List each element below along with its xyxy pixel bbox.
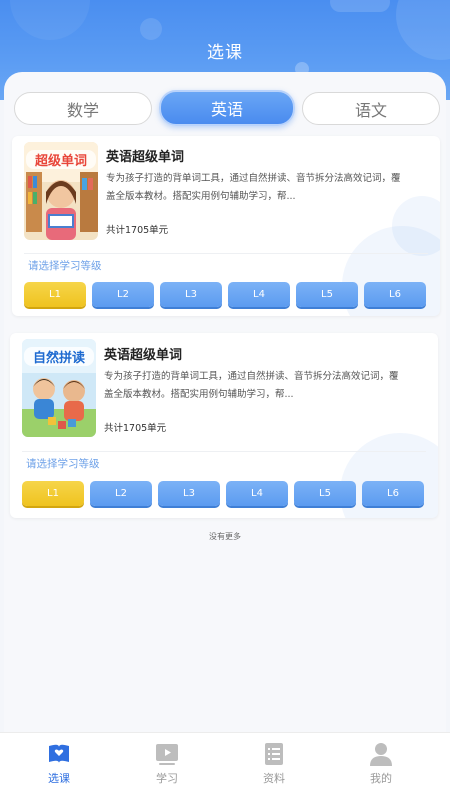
user-icon	[370, 743, 392, 766]
course-cover-image[interactable]: 超级单词	[24, 142, 98, 240]
bottom-tab-bar: 选课 学习 资料 我的	[0, 732, 450, 800]
nav-materials[interactable]: 资料	[244, 741, 304, 793]
play-icon	[156, 744, 178, 765]
tab-math[interactable]: 数学	[14, 92, 152, 125]
decor-bubble	[330, 0, 390, 12]
decor-bubble	[10, 0, 90, 40]
divider	[24, 253, 428, 254]
level-prompt: 请选择学习等级	[26, 458, 100, 470]
course-description: 专为孩子打造的背单词工具，通过自然拼读、音节拆分法高效记词，覆盖全版本教材。搭配…	[104, 371, 399, 400]
decor-bubble	[140, 18, 162, 40]
heart-book-icon	[49, 744, 69, 763]
level-button-l4[interactable]: L4	[228, 282, 290, 307]
course-title: 英语超级单词	[104, 348, 183, 363]
nav-label: 资料	[263, 772, 285, 785]
course-card[interactable]: 自然拼读 英语超级单词 专为孩子打造的背单词工具，通过自然拼读、音节拆分法高效记…	[10, 333, 438, 518]
nav-select-course[interactable]: 选课	[29, 741, 89, 793]
level-button-l5[interactable]: L5	[294, 481, 356, 506]
course-description: 专为孩子打造的背单词工具，通过自然拼读、音节拆分法高效记词，覆盖全版本教材。搭配…	[106, 173, 401, 202]
level-button-l3[interactable]: L3	[160, 282, 222, 307]
divider	[22, 451, 426, 452]
level-button-l4[interactable]: L4	[226, 481, 288, 506]
course-card[interactable]: 超级单词 英语超级单词 专为孩子打造的背单词工具，通过自然拼读、音节拆分法高效记…	[12, 136, 440, 316]
course-unit-count: 共计1705单元	[106, 225, 169, 236]
cover-label: 超级单词	[26, 150, 96, 169]
course-title: 英语超级单词	[106, 150, 185, 165]
course-unit-count: 共计1705单元	[104, 423, 167, 434]
nav-label: 我的	[370, 772, 392, 785]
level-prompt: 请选择学习等级	[28, 260, 102, 272]
level-button-l6[interactable]: L6	[364, 282, 426, 307]
page-title: 选课	[207, 43, 243, 63]
level-button-l2[interactable]: L2	[90, 481, 152, 506]
cover-label: 自然拼读	[24, 347, 94, 366]
no-more-text: 没有更多	[209, 532, 241, 541]
nav-label: 选课	[48, 772, 70, 785]
course-cover-image[interactable]: 自然拼读	[22, 339, 96, 437]
tab-chinese[interactable]: 语文	[302, 92, 440, 125]
level-button-l6[interactable]: L6	[362, 481, 424, 506]
level-button-l2[interactable]: L2	[92, 282, 154, 307]
level-button-l5[interactable]: L5	[296, 282, 358, 307]
level-selector: L1 L2 L3 L4 L5 L6	[22, 481, 426, 507]
nav-profile[interactable]: 我的	[351, 741, 411, 793]
level-button-l3[interactable]: L3	[158, 481, 220, 506]
nav-study[interactable]: 学习	[137, 741, 197, 793]
level-selector: L1 L2 L3 L4 L5 L6	[24, 282, 428, 308]
level-button-l1[interactable]: L1	[24, 282, 86, 307]
tab-english[interactable]: 英语	[159, 90, 295, 126]
subject-tabs: 数学 英语 语文	[14, 90, 442, 126]
nav-label: 学习	[156, 772, 178, 785]
level-button-l1[interactable]: L1	[22, 481, 84, 506]
document-list-icon	[265, 743, 283, 765]
